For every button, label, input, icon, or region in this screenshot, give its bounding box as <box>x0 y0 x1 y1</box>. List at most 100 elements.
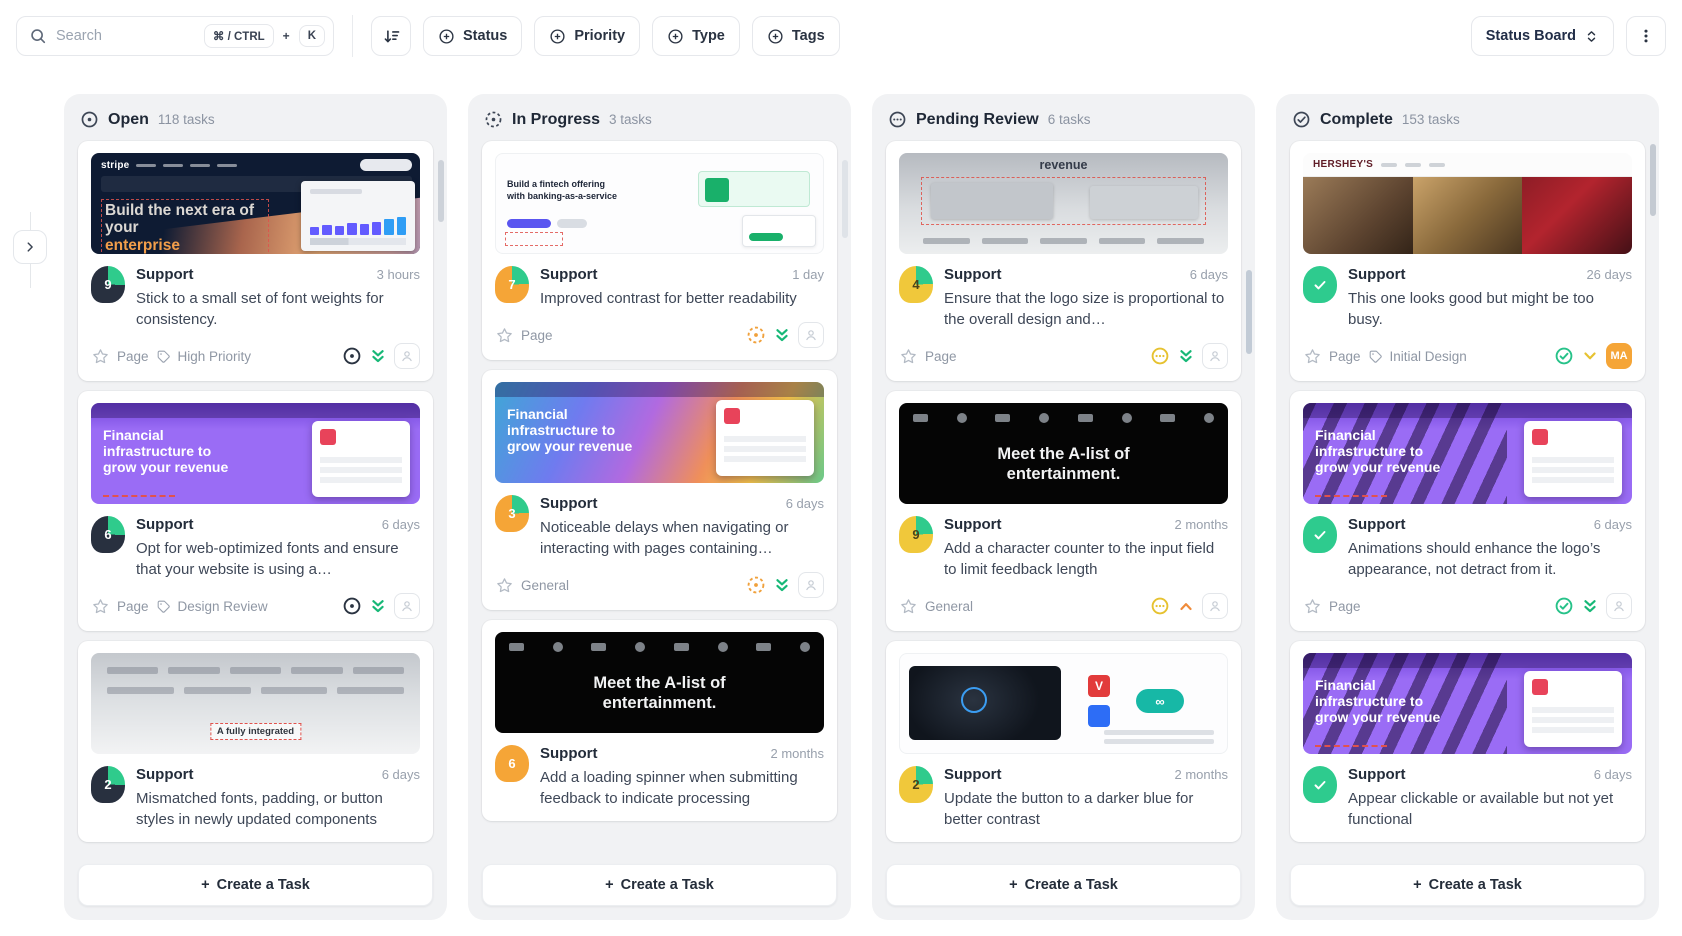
task-tag-label[interactable]: Initial Design <box>1390 349 1467 364</box>
task-time: 6 days <box>382 767 420 782</box>
search-input[interactable] <box>56 28 195 44</box>
task-type-label[interactable]: Page <box>521 328 553 343</box>
column-scrollbar[interactable] <box>842 160 848 238</box>
task-card[interactable]: Financial infrastructure to grow your re… <box>78 391 433 631</box>
sort-button[interactable] <box>371 16 411 56</box>
star-icon[interactable] <box>899 347 918 366</box>
task-type-label[interactable]: Page <box>117 599 149 614</box>
thumb-logo-row <box>923 238 1204 244</box>
thumb-site-header: HERSHEY'S <box>1303 153 1632 177</box>
column-scroll-area[interactable]: revenue 4 Support 6 days Ensure that the… <box>872 137 1255 854</box>
task-type-label[interactable]: Page <box>925 349 957 364</box>
filter-type-button[interactable]: Type <box>652 16 740 56</box>
status-pending-review-circle-ellipsis-icon[interactable] <box>1150 346 1170 366</box>
star-icon[interactable] <box>1303 347 1322 366</box>
assignee-placeholder-icon[interactable] <box>394 593 420 619</box>
assignee-placeholder-icon[interactable] <box>798 572 824 598</box>
task-card[interactable]: V ∞ 2 Support 2 months Update the button… <box>886 641 1241 842</box>
status-in-progress-dashed-circle-icon[interactable] <box>746 325 766 345</box>
thumb-phone-mockup <box>716 400 814 476</box>
star-icon[interactable] <box>495 576 514 595</box>
column-scroll-area[interactable]: HERSHEY'S Support 26 days This one looks… <box>1276 137 1659 854</box>
task-thumbnail: Build a fintech offering with banking-as… <box>495 153 824 254</box>
column-scroll-area[interactable]: stripe Build the next era of yourenterpr… <box>64 137 447 854</box>
task-title: Support <box>136 266 194 283</box>
sort-descending-icon <box>382 27 401 46</box>
status-complete-check-circle-icon[interactable] <box>1554 596 1574 616</box>
task-card[interactable]: Financial infrastructure to grow your re… <box>1290 391 1645 631</box>
filter-status-button[interactable]: Status <box>423 16 522 56</box>
column-header: Open 118 tasks <box>64 94 447 137</box>
task-type-label[interactable]: General <box>521 578 569 593</box>
priority-lowest-double-chevron-down-icon[interactable] <box>774 327 790 343</box>
task-type-label[interactable]: Page <box>1329 349 1361 364</box>
priority-lowest-double-chevron-down-icon[interactable] <box>774 577 790 593</box>
assignee-placeholder-icon[interactable] <box>798 322 824 348</box>
task-tag-label[interactable]: Design Review <box>178 599 268 614</box>
filter-priority-button[interactable]: Priority <box>534 16 640 56</box>
filter-tags-button[interactable]: Tags <box>752 16 840 56</box>
task-card[interactable]: Meet the A-list ofentertainment. 6 Suppo… <box>482 620 837 821</box>
view-switcher-button[interactable]: Status Board <box>1471 16 1614 56</box>
star-icon[interactable] <box>899 597 918 616</box>
priority-lowest-double-chevron-down-icon[interactable] <box>1582 598 1598 614</box>
task-card[interactable]: Financial infrastructure to grow your re… <box>482 370 837 610</box>
create-task-button[interactable]: +Create a Task <box>78 864 433 906</box>
priority-lowest-double-chevron-down-icon[interactable] <box>1178 348 1194 364</box>
task-count-badge: 2 <box>899 766 933 803</box>
thumb-headline: Financial infrastructure to grow your re… <box>507 406 645 454</box>
priority-low-chevron-down-icon[interactable] <box>1582 348 1598 364</box>
status-pending-review-circle-ellipsis-icon[interactable] <box>1150 596 1170 616</box>
task-card[interactable]: revenue 4 Support 6 days Ensure that the… <box>886 141 1241 381</box>
star-icon[interactable] <box>91 597 110 616</box>
task-description: Appear clickable or available but not ye… <box>1348 788 1632 830</box>
circle-plus-icon <box>767 28 784 45</box>
priority-high-chevron-up-icon[interactable] <box>1178 598 1194 614</box>
create-task-button[interactable]: +Create a Task <box>1290 864 1645 906</box>
task-card[interactable]: stripe Build the next era of yourenterpr… <box>78 141 433 381</box>
task-thumbnail: A fully integrated <box>91 653 420 754</box>
task-title: Support <box>1348 516 1406 533</box>
assignee-placeholder-icon[interactable] <box>1606 593 1632 619</box>
assignee-avatar[interactable]: MA <box>1606 343 1632 369</box>
task-card[interactable]: HERSHEY'S Support 26 days This one looks… <box>1290 141 1645 381</box>
task-card[interactable]: Meet the A-list ofentertainment. 9 Suppo… <box>886 391 1241 631</box>
status-in-progress-dashed-circle-icon[interactable] <box>746 575 766 595</box>
priority-lowest-double-chevron-down-icon[interactable] <box>370 598 386 614</box>
task-type-label[interactable]: Page <box>117 349 149 364</box>
column-header: Pending Review 6 tasks <box>872 94 1255 137</box>
status-complete-check-circle-icon[interactable] <box>1554 346 1574 366</box>
task-card[interactable]: A fully integrated 2 Support 6 days Mism… <box>78 641 433 842</box>
search-input-container[interactable]: ⌘ / CTRL + K <box>16 16 334 56</box>
assignee-placeholder-icon[interactable] <box>1202 343 1228 369</box>
create-task-button[interactable]: +Create a Task <box>886 864 1241 906</box>
column-scrollbar[interactable] <box>438 160 444 222</box>
status-open-circle-dot-icon[interactable] <box>342 346 362 366</box>
task-complete-badge <box>1303 266 1337 303</box>
shortcut-plus: + <box>283 29 290 43</box>
thumb-logo-row <box>107 667 404 674</box>
task-card[interactable]: Financial infrastructure to grow your re… <box>1290 641 1645 842</box>
create-task-button[interactable]: +Create a Task <box>482 864 837 906</box>
star-icon[interactable] <box>495 326 514 345</box>
thumb-screenshot-block <box>1090 186 1198 219</box>
thumb-network-logos <box>913 413 1214 423</box>
star-icon[interactable] <box>91 347 110 366</box>
column-scrollbar[interactable] <box>1650 144 1656 216</box>
sidebar-expand-button[interactable] <box>13 230 47 264</box>
task-card[interactable]: Build a fintech offering with banking-as… <box>482 141 837 360</box>
priority-lowest-double-chevron-down-icon[interactable] <box>370 348 386 364</box>
task-type-label[interactable]: Page <box>1329 599 1361 614</box>
column-scrollbar[interactable] <box>1246 270 1252 354</box>
toolbar: ⌘ / CTRL + K Status Priority Type Tags S… <box>0 0 1682 72</box>
status-open-circle-dot-icon[interactable] <box>342 596 362 616</box>
column-scroll-area[interactable]: Build a fintech offering with banking-as… <box>468 137 851 854</box>
task-type-label[interactable]: General <box>925 599 973 614</box>
assignee-placeholder-icon[interactable] <box>394 343 420 369</box>
task-tag-label[interactable]: High Priority <box>178 349 252 364</box>
more-menu-button[interactable] <box>1626 16 1666 56</box>
assignee-placeholder-icon[interactable] <box>1202 593 1228 619</box>
task-count-badge: 9 <box>91 266 125 303</box>
star-icon[interactable] <box>1303 597 1322 616</box>
task-time: 1 day <box>792 267 824 282</box>
